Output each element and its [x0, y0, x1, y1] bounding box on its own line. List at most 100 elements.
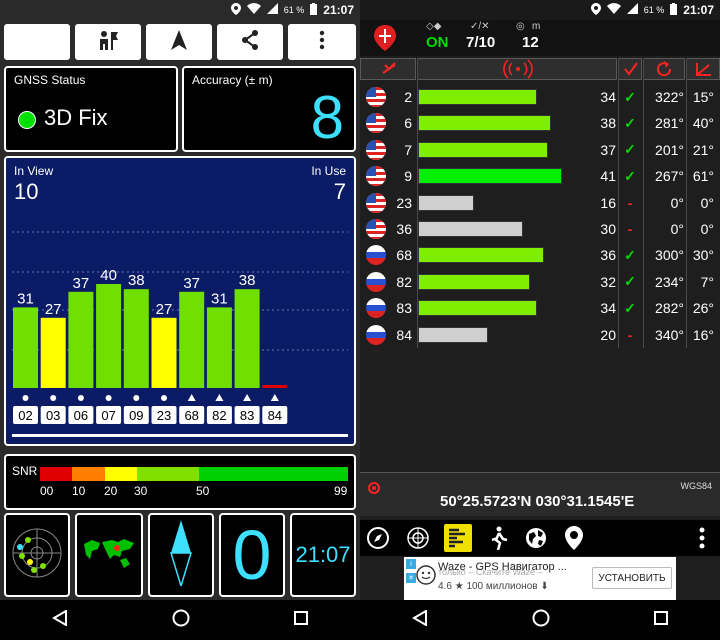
col-header-elevation[interactable]: [686, 58, 720, 80]
used-cell: ✓: [624, 246, 636, 263]
ad-rating: 4.6: [438, 581, 452, 592]
prn-cell: 36: [396, 221, 412, 237]
col-header-prn[interactable]: [360, 58, 416, 80]
compass-needle-icon: [169, 519, 193, 591]
gps-state: ON: [426, 34, 449, 51]
satellite-row[interactable]: 23 16- 0° 0°: [360, 190, 720, 216]
tools-button[interactable]: [75, 24, 141, 60]
snr-bar-84: [262, 385, 288, 388]
constellation-marker: [105, 395, 112, 401]
satellite-row[interactable]: 9 41 ✓ 267° 61°: [360, 163, 720, 189]
col-header-signal[interactable]: [417, 58, 617, 80]
install-button[interactable]: УСТАНОВИТЬ: [592, 567, 672, 589]
prn-cell: 68: [396, 247, 412, 264]
bar-value-label: 27: [45, 301, 62, 318]
overflow-menu-button[interactable]: [688, 524, 716, 552]
signal-icon: [503, 59, 533, 79]
share-button[interactable]: [217, 24, 283, 60]
back-button[interactable]: [412, 608, 428, 631]
signal-icon: [266, 3, 278, 17]
globe-icon: [526, 528, 546, 548]
signal-view-button[interactable]: [444, 524, 472, 552]
back-button[interactable]: [52, 608, 68, 631]
more-vert-icon: [699, 527, 705, 549]
prn-label: 84: [268, 408, 282, 423]
prn-cell: 23: [396, 194, 412, 211]
snr-label: SNR: [12, 464, 38, 478]
used-cell: ✓: [624, 88, 636, 105]
snr-tick: 99: [334, 484, 348, 498]
overflow-menu-button[interactable]: [288, 24, 356, 60]
map-pin-button[interactable]: [560, 524, 588, 552]
used-cell: -: [627, 221, 633, 237]
constellation-marker: [133, 395, 140, 401]
prn-label: 06: [74, 408, 88, 423]
recents-button[interactable]: [654, 610, 668, 630]
snr-cell: 32: [600, 273, 616, 290]
app-logo-icon[interactable]: [374, 25, 396, 56]
snr-tick: 20: [104, 484, 118, 498]
recents-button[interactable]: [294, 610, 308, 630]
wifi-icon: [246, 3, 261, 17]
navigate-button[interactable]: [146, 24, 212, 60]
col-header-used[interactable]: [618, 58, 642, 80]
accuracy-value: 12: [522, 34, 539, 51]
app-header: ◇◆ ON ✓/✕ 7/10 ◎ m 12: [360, 20, 720, 56]
signal-bar: [418, 89, 537, 105]
ad-info-icon[interactable]: i: [406, 559, 416, 569]
ad-banner[interactable]: i ✕ только – Скачите Waze – Waze - GPS Н…: [404, 557, 676, 601]
snr-bar-09: [123, 289, 149, 388]
night-mode-button[interactable]: [4, 24, 70, 60]
home-button[interactable]: [532, 609, 550, 632]
flag-us-icon: [366, 166, 386, 187]
bar-value-label: 31: [17, 290, 34, 307]
status-bar-right: 61 % 21:07: [360, 0, 720, 20]
prn-label: 03: [46, 408, 60, 423]
azimuth-cell: 322°: [655, 89, 684, 105]
home-button[interactable]: [172, 609, 190, 632]
snr-cell: 30: [600, 221, 616, 237]
col-header-azimuth[interactable]: [643, 58, 685, 80]
globe-button[interactable]: [522, 524, 550, 552]
coordinates-bar: 50°25.5723'N 030°31.1545'E WGS84: [360, 472, 720, 516]
home-icon: [532, 609, 550, 626]
column-separator: [643, 58, 644, 348]
flag-ru-icon: [366, 324, 386, 345]
used-cell: ✓: [624, 167, 636, 184]
radar-tile[interactable]: [4, 513, 70, 597]
column-separator: [417, 58, 418, 348]
satellite-row[interactable]: 2 34 ✓ 322° 15°: [360, 84, 720, 110]
compass-button[interactable]: [364, 524, 392, 552]
satellite-row[interactable]: 82 32 ✓ 234° 7°: [360, 269, 720, 295]
time-tile[interactable]: 21:07: [290, 513, 356, 597]
signal-bar: [418, 115, 551, 132]
status-bar-left: 61 % 21:07: [0, 0, 360, 20]
compass-icon: [367, 527, 389, 549]
snr-tick: 50: [196, 484, 210, 498]
compass-tile[interactable]: [148, 513, 214, 597]
world-map-tile[interactable]: [75, 513, 143, 597]
walk-button[interactable]: [484, 524, 512, 552]
satellite-row[interactable]: 68 36 ✓ 300° 30°: [360, 242, 720, 268]
used-cell: ✓: [624, 141, 636, 158]
ad-close-icon[interactable]: ✕: [406, 573, 416, 583]
prn-cell: 84: [396, 326, 412, 343]
snr-cell: 16: [600, 194, 616, 211]
snr-cell: 34: [600, 89, 616, 105]
speed-tile[interactable]: 0: [219, 513, 285, 597]
snr-cell: 41: [600, 168, 616, 185]
more-vert-icon: [319, 30, 325, 55]
bar-value-label: 31: [211, 290, 228, 307]
satellite-row[interactable]: 83 34 ✓ 282° 26°: [360, 295, 720, 321]
elevation-icon: [696, 63, 711, 76]
accuracy-panel[interactable]: Accuracy (± m) 8: [182, 66, 356, 152]
radar-button[interactable]: [404, 524, 432, 552]
satellite-row[interactable]: 84 20- 340° 16°: [360, 322, 720, 348]
satellite-row[interactable]: 6 38 ✓ 281° 40°: [360, 110, 720, 136]
satellite-row[interactable]: 7 37 ✓ 201° 21°: [360, 137, 720, 163]
satellite-row[interactable]: 36 30- 0° 0°: [360, 216, 720, 242]
gps-status-icon: ◇◆: [426, 21, 442, 32]
gnss-status-panel[interactable]: GNSS Status 3D Fix: [4, 66, 178, 152]
satellite-signal-panel[interactable]: In View 10 In Use 7 31 02 27 03 37 06 40 07 38 09…: [4, 156, 356, 446]
constellation-marker: [270, 394, 279, 401]
